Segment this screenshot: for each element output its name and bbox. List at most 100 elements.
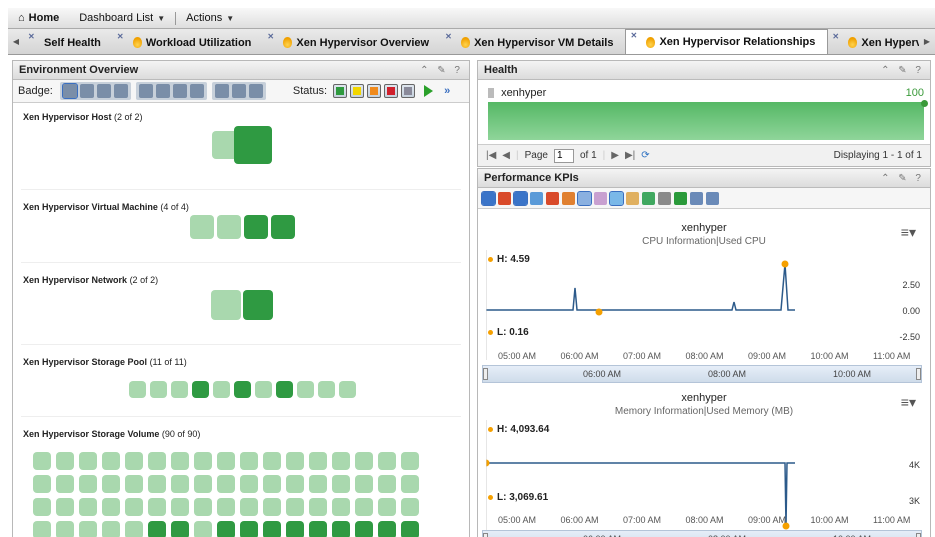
- chart-menu-icon[interactable]: ≡▾: [901, 394, 916, 411]
- object-tile[interactable]: [125, 452, 143, 470]
- object-tile[interactable]: [217, 475, 235, 493]
- object-tile[interactable]: [194, 475, 212, 493]
- page-number-input[interactable]: [553, 148, 574, 163]
- panel-controls[interactable]: ⌃ ✎ ?: [881, 65, 924, 76]
- object-tile[interactable]: [56, 475, 74, 493]
- object-tile[interactable]: [240, 452, 258, 470]
- kpi-tool-icon[interactable]: [530, 191, 543, 205]
- object-tile[interactable]: [309, 498, 327, 516]
- tab-scroll-left-icon[interactable]: ◀: [8, 29, 24, 54]
- object-tile[interactable]: [355, 498, 373, 516]
- object-tile[interactable]: [56, 452, 74, 470]
- object-tile[interactable]: [171, 498, 189, 516]
- object-tile[interactable]: [270, 215, 295, 239]
- first-page-icon[interactable]: |◀: [486, 150, 496, 161]
- efficiency-badge-icon[interactable]: [248, 84, 263, 98]
- health-badge-icon[interactable]: [113, 84, 128, 98]
- object-tile[interactable]: [286, 521, 304, 537]
- dashboard-tab[interactable]: ✕ Xen Hypervisor Overview: [263, 31, 441, 54]
- dashboard-tab[interactable]: ✕ Xen Hypervisor Host Details: [828, 31, 919, 54]
- panel-controls[interactable]: ⌃ ✎ ?: [881, 173, 924, 184]
- kpi-tool-icon[interactable]: [577, 190, 592, 206]
- close-tab-icon[interactable]: ✕: [630, 31, 637, 40]
- dashboard-tab[interactable]: ✕ Workload Utilization: [113, 31, 264, 54]
- object-tile[interactable]: [79, 475, 97, 493]
- object-tile[interactable]: [332, 452, 350, 470]
- object-tile[interactable]: [240, 521, 258, 537]
- kpi-tool-icon[interactable]: [642, 191, 655, 205]
- risk-badge-icon[interactable]: [172, 84, 187, 98]
- status-filter-button[interactable]: [384, 84, 399, 98]
- object-tile[interactable]: [125, 498, 143, 516]
- panel-controls[interactable]: ⌃ ✎ ?: [420, 65, 463, 76]
- object-tile[interactable]: [125, 521, 143, 537]
- object-tile[interactable]: [332, 498, 350, 516]
- chart-plot[interactable]: [486, 420, 866, 537]
- object-tile[interactable]: [286, 498, 304, 516]
- object-tile[interactable]: [355, 475, 373, 493]
- object-tile[interactable]: [170, 381, 188, 398]
- object-tile[interactable]: [171, 475, 189, 493]
- health-badge-icon[interactable]: [61, 83, 78, 99]
- object-tile[interactable]: [125, 475, 143, 493]
- object-tile[interactable]: [401, 521, 419, 537]
- status-filter-button[interactable]: [333, 84, 348, 98]
- object-tile[interactable]: [102, 452, 120, 470]
- navigator-handle[interactable]: [916, 533, 921, 537]
- object-tile[interactable]: [189, 215, 214, 239]
- object-tile[interactable]: [194, 452, 212, 470]
- object-tile[interactable]: [355, 521, 373, 537]
- object-tile[interactable]: [233, 381, 251, 398]
- close-tab-icon[interactable]: ✕: [117, 32, 124, 41]
- kpi-tool-icon[interactable]: [546, 191, 559, 205]
- object-tile[interactable]: [79, 521, 97, 537]
- object-tile[interactable]: [309, 475, 327, 493]
- efficiency-badge-icon[interactable]: [214, 84, 229, 98]
- object-tile[interactable]: [309, 521, 327, 537]
- tab-scroll-right-icon[interactable]: ▶: [919, 29, 935, 54]
- object-tile[interactable]: [243, 215, 268, 239]
- status-filter-button[interactable]: [367, 84, 382, 98]
- object-tile[interactable]: [148, 498, 166, 516]
- object-tile[interactable]: [33, 521, 51, 537]
- chart-plot[interactable]: [486, 250, 866, 370]
- risk-badge-icon[interactable]: [189, 84, 204, 98]
- object-tile[interactable]: [378, 452, 396, 470]
- object-tile[interactable]: [240, 498, 258, 516]
- object-tile[interactable]: [332, 475, 350, 493]
- object-tile[interactable]: [211, 290, 241, 320]
- navigator-handle[interactable]: [483, 533, 488, 537]
- close-tab-icon[interactable]: ✕: [28, 32, 35, 41]
- dashboard-tab[interactable]: ✕ Xen Hypervisor Relationships: [625, 29, 829, 54]
- efficiency-badge-icon[interactable]: [231, 84, 246, 98]
- risk-badge-icon[interactable]: [155, 84, 170, 98]
- object-tile[interactable]: [286, 475, 304, 493]
- actions-menu[interactable]: Actions ▼: [176, 8, 244, 29]
- kpi-tool-icon[interactable]: [562, 191, 575, 205]
- prev-page-icon[interactable]: ◀: [502, 150, 510, 161]
- object-tile[interactable]: [286, 452, 304, 470]
- object-tile[interactable]: [102, 475, 120, 493]
- object-tile[interactable]: [234, 126, 272, 164]
- refresh-icon[interactable]: ⟳: [641, 150, 649, 161]
- risk-badge-icon[interactable]: [138, 84, 153, 98]
- kpi-tool-icon[interactable]: [674, 191, 687, 205]
- object-tile[interactable]: [56, 521, 74, 537]
- object-tile[interactable]: [148, 475, 166, 493]
- kpi-tool-icon[interactable]: [594, 191, 607, 205]
- status-filter-button[interactable]: [350, 84, 365, 98]
- object-tile[interactable]: [194, 498, 212, 516]
- kpi-tool-icon[interactable]: [481, 190, 496, 206]
- home-button[interactable]: ⌂ Home: [8, 8, 69, 29]
- kpi-tool-icon[interactable]: [658, 191, 671, 205]
- object-tile[interactable]: [33, 475, 51, 493]
- object-tile[interactable]: [194, 521, 212, 537]
- object-tile[interactable]: [317, 381, 335, 398]
- close-tab-icon[interactable]: ✕: [832, 32, 839, 41]
- object-tile[interactable]: [102, 521, 120, 537]
- object-tile[interactable]: [191, 381, 209, 398]
- object-tile[interactable]: [296, 381, 314, 398]
- close-tab-icon[interactable]: ✕: [267, 32, 274, 41]
- object-tile[interactable]: [102, 498, 120, 516]
- dashboard-list-menu[interactable]: Dashboard List ▼: [69, 8, 175, 29]
